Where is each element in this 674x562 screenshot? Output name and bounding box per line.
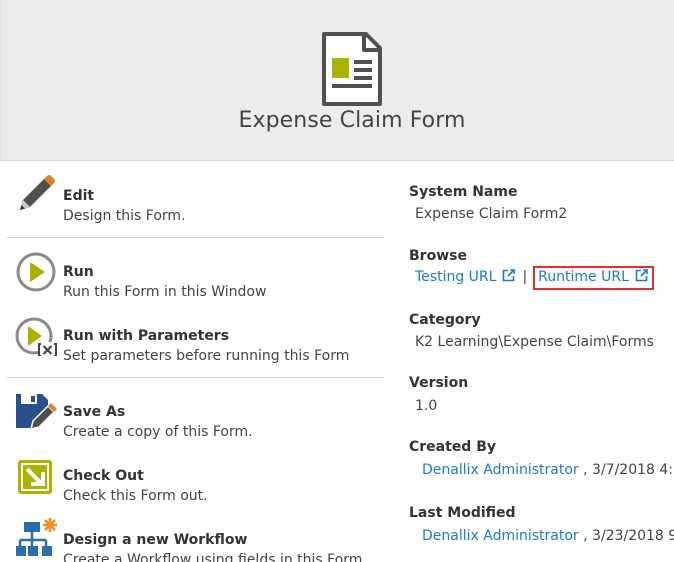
divider <box>7 377 384 378</box>
external-link-icon <box>503 269 516 282</box>
pencil-icon <box>20 175 55 210</box>
design-workflow-action[interactable]: Design a new Workflow Create a Workflow … <box>14 516 384 562</box>
run-with-parameters-action[interactable]: Run with Parameters Set parameters befor… <box>14 312 384 364</box>
runtime-url-highlight: Runtime URL <box>533 266 654 290</box>
play-icon <box>16 252 56 292</box>
run-action-title: Run <box>63 264 94 280</box>
last-modified-value: Denallix Administrator , 3/23/2018 9 <box>422 528 674 544</box>
browse-links: Testing URL | Runtime URL <box>415 266 654 290</box>
save-as-title: Save As <box>63 404 126 420</box>
run-with-parameters-title: Run with Parameters <box>63 328 230 344</box>
actions-panel: Edit Design this Form. Run Run this Form… <box>0 162 390 562</box>
runtime-url-text: Runtime URL <box>538 269 629 285</box>
save-as-description: Create a copy of this Form. <box>63 424 253 440</box>
created-by-label: Created By <box>409 439 497 455</box>
created-by-user-link[interactable]: Denallix Administrator <box>422 462 579 478</box>
form-header: Expense Claim Form <box>0 0 674 161</box>
design-workflow-title: Design a new Workflow <box>63 532 248 548</box>
created-by-date: , 3/7/2018 4:1 <box>583 462 674 478</box>
check-out-description: Check this Form out. <box>63 488 208 504</box>
link-separator: | <box>522 269 528 285</box>
system-name-label: System Name <box>409 184 518 200</box>
check-out-title: Check Out <box>63 468 144 484</box>
design-workflow-description: Create a Workflow using fields in this F… <box>63 552 367 562</box>
properties-panel: System Name Expense Claim Form2 Browse T… <box>409 162 674 562</box>
testing-url-text: Testing URL <box>415 269 497 285</box>
edit-action[interactable]: Edit Design this Form. <box>14 172 384 224</box>
testing-url-link[interactable]: Testing URL <box>415 269 516 285</box>
page-title: Expense Claim Form <box>238 108 466 133</box>
form-document-icon <box>322 32 382 106</box>
edit-action-description: Design this Form. <box>63 208 186 224</box>
system-name-value: Expense Claim Form2 <box>415 206 568 222</box>
run-with-parameters-description: Set parameters before running this Form <box>63 348 350 364</box>
category-label: Category <box>409 312 481 328</box>
last-modified-user-link[interactable]: Denallix Administrator <box>422 528 579 544</box>
browse-label: Browse <box>409 248 467 264</box>
last-modified-label: Last Modified <box>409 505 516 521</box>
version-value: 1.0 <box>415 398 438 414</box>
category-value: K2 Learning\Expense Claim\Forms <box>415 334 654 350</box>
play-parameters-icon <box>15 317 57 356</box>
version-label: Version <box>409 375 469 391</box>
last-modified-date: , 3/23/2018 9 <box>583 528 674 544</box>
divider <box>7 237 384 238</box>
external-link-icon <box>635 269 648 282</box>
runtime-url-link[interactable]: Runtime URL <box>538 269 648 285</box>
run-action-description: Run this Form in this Window <box>63 284 267 300</box>
check-out-icon <box>18 460 52 494</box>
save-as-icon <box>16 394 57 431</box>
edit-action-title: Edit <box>63 188 95 204</box>
save-as-action[interactable]: Save As Create a copy of this Form. <box>14 388 384 440</box>
run-action[interactable]: Run Run this Form in this Window <box>14 248 384 300</box>
check-out-action[interactable]: Check Out Check this Form out. <box>14 452 384 504</box>
created-by-value: Denallix Administrator , 3/7/2018 4:1 <box>422 462 674 478</box>
workflow-icon <box>16 518 57 556</box>
